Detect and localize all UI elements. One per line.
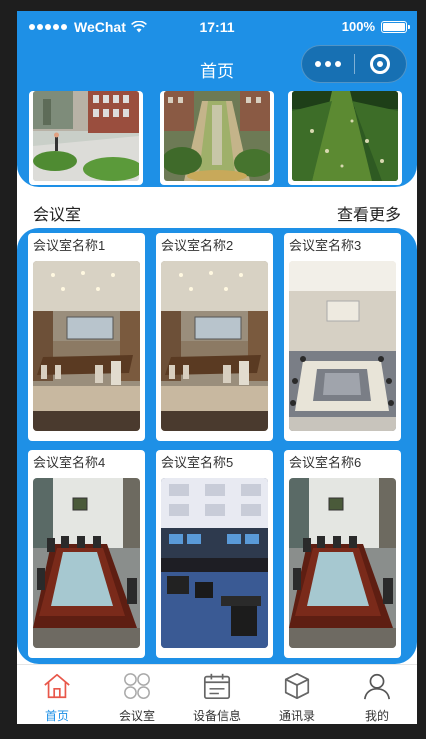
tab-meeting-room[interactable]: 会议室 — [97, 665, 177, 724]
miniprogram-capsule — [301, 45, 407, 83]
meeting-room-photo — [289, 261, 396, 431]
phone-screen: WeChat 17:11 100% 首页 会议室 查看更多 会议室名称1 会议室… — [17, 11, 417, 724]
view-more-link[interactable]: 查看更多 — [337, 201, 401, 225]
campus-plaza-photo — [33, 91, 139, 181]
meeting-room-photo — [289, 478, 396, 648]
meeting-room-grid: 会议室名称1 会议室名称2 会议室名称3 会议室名称4 会议室名称5 会议室名称… — [17, 228, 417, 664]
tab-device-info[interactable]: 设备信息 — [177, 665, 257, 724]
close-target-icon — [370, 54, 391, 74]
meeting-room-card[interactable]: 会议室名称2 — [156, 233, 273, 441]
user-icon — [363, 673, 391, 700]
meeting-room-name: 会议室名称1 — [33, 238, 106, 253]
meeting-room-name: 会议室名称5 — [161, 455, 234, 470]
banner-item[interactable] — [29, 91, 143, 185]
meeting-room-card[interactable]: 会议室名称6 — [284, 450, 401, 658]
tab-label: 通讯录 — [278, 709, 315, 723]
meeting-room-name: 会议室名称4 — [33, 455, 106, 470]
meeting-room-photo — [161, 261, 268, 431]
meeting-room-photo — [33, 261, 140, 431]
navigation-bar: 首页 — [17, 43, 417, 91]
tab-label: 会议室 — [118, 709, 155, 723]
banner-strip — [17, 91, 417, 187]
meeting-room-photo — [33, 478, 140, 648]
tab-label: 我的 — [364, 709, 389, 723]
meeting-room-photo — [161, 478, 268, 648]
tab-label: 设备信息 — [192, 709, 241, 723]
campus-lawn-photo — [292, 91, 398, 181]
meeting-room-name: 会议室名称2 — [161, 238, 234, 253]
more-menu-button[interactable] — [302, 46, 354, 82]
battery-status: 100% — [341, 19, 410, 34]
battery-icon — [381, 20, 410, 33]
meeting-room-name: 会议室名称3 — [289, 238, 362, 253]
tab-label: 首页 — [44, 709, 69, 723]
close-miniprogram-button[interactable] — [354, 46, 406, 82]
meeting-room-card[interactable]: 会议室名称5 — [156, 450, 273, 658]
campus-garden-photo — [164, 91, 270, 181]
meeting-room-card[interactable]: 会议室名称4 — [28, 450, 145, 658]
meeting-room-card[interactable]: 会议室名称1 — [28, 233, 145, 441]
cube-icon — [284, 672, 310, 700]
bottom-tab-bar: 首页 会议室 设备信息 通讯录 我的 — [17, 664, 417, 724]
meeting-room-name: 会议室名称6 — [289, 455, 362, 470]
tab-mine[interactable]: 我的 — [337, 665, 417, 724]
calendar-icon — [203, 673, 231, 700]
meeting-room-card[interactable]: 会议室名称3 — [284, 233, 401, 441]
tab-contacts[interactable]: 通讯录 — [257, 665, 337, 724]
battery-percent: 100% — [341, 19, 375, 34]
tab-home[interactable]: 首页 — [17, 665, 97, 724]
section-title: 会议室 — [33, 207, 82, 224]
meeting-room-section-header: 会议室 查看更多 — [17, 197, 417, 225]
clover-icon — [124, 673, 150, 699]
home-icon — [44, 673, 70, 699]
banner-item[interactable] — [160, 91, 274, 185]
status-bar: WeChat 17:11 100% — [17, 11, 417, 43]
banner-item[interactable] — [288, 91, 402, 185]
